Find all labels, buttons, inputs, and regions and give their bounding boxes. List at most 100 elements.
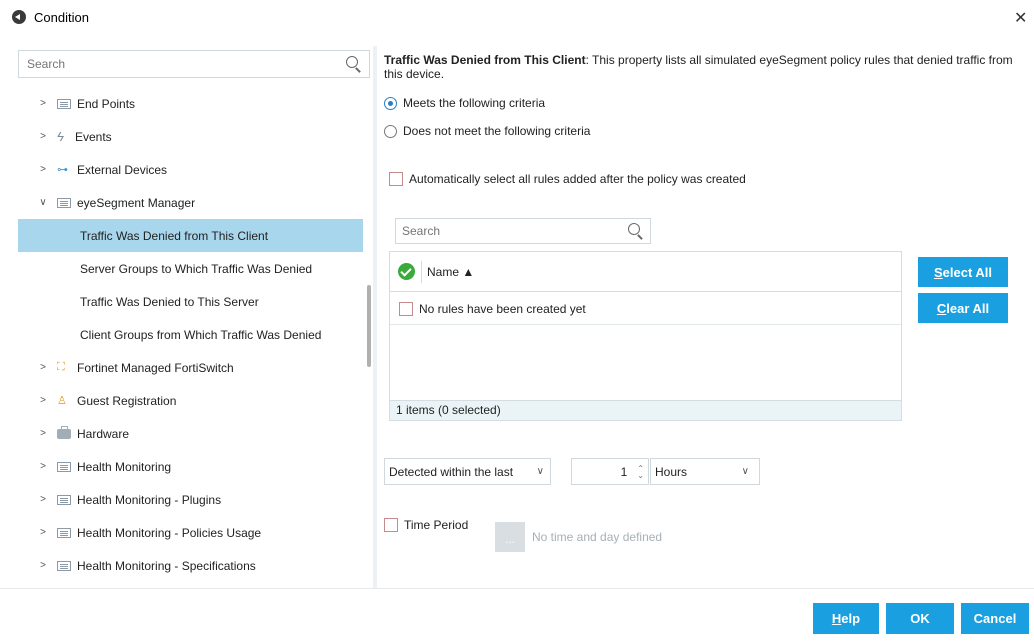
time-period-label: Time Period — [404, 518, 469, 532]
chevron-right-icon[interactable]: > — [37, 527, 49, 538]
column-separator — [421, 260, 422, 283]
table-row[interactable]: No rules have been created yet — [390, 293, 901, 325]
tree-item-label: Client Groups from Which Traffic Was Den… — [80, 327, 322, 342]
chevron-down-icon[interactable]: ∨ — [37, 197, 49, 208]
time-period-checkbox[interactable]: Time Period — [384, 518, 468, 532]
rules-search-input[interactable] — [396, 219, 616, 243]
chevron-right-icon[interactable]: > — [37, 164, 49, 175]
select-all-check-icon[interactable] — [398, 263, 415, 280]
tree-search-input[interactable] — [19, 51, 329, 77]
app-logo-icon — [12, 10, 26, 24]
tree-item-events[interactable]: > ϟ Events — [18, 120, 363, 153]
tree-item-health-monitoring-policies-usage[interactable]: > Health Monitoring - Policies Usage — [18, 516, 363, 549]
property-description: Traffic Was Denied from This Client: Thi… — [384, 53, 1024, 81]
clear-all-accesskey: C — [936, 300, 947, 316]
clear-all-label: lear All — [946, 300, 990, 316]
tree-item-label: Hardware — [77, 426, 130, 441]
auto-select-rules-checkbox[interactable]: Automatically select all rules added aft… — [389, 172, 746, 186]
usb-icon: ⊶ — [57, 164, 68, 176]
chevron-right-icon[interactable]: > — [37, 131, 49, 142]
list-icon — [57, 98, 71, 109]
checkbox-box[interactable] — [384, 518, 398, 532]
rules-table: Name ▲ No rules have been created yet 1 … — [389, 251, 902, 421]
title-bar: Condition ✕ — [0, 0, 1034, 34]
chevron-down-icon[interactable]: ∨ — [742, 466, 749, 477]
list-icon — [57, 560, 71, 571]
not-meets-criteria-radio[interactable]: Does not meet the following criteria — [384, 124, 590, 138]
chevron-right-icon[interactable]: > — [37, 560, 49, 571]
tree-item-label: Traffic Was Denied to This Server — [80, 294, 259, 309]
tree-item-health-monitoring-plugins[interactable]: > Health Monitoring - Plugins — [18, 483, 363, 516]
select-all-label: elect All — [942, 264, 993, 280]
tree-item-client-groups-denied[interactable]: Client Groups from Which Traffic Was Den… — [18, 318, 363, 351]
auto-select-rules-label: Automatically select all rules added aft… — [409, 172, 746, 186]
help-accesskey: H — [831, 611, 842, 626]
list-icon — [57, 494, 71, 505]
row-checkbox[interactable] — [399, 301, 413, 316]
tree-item-fortiswitch[interactable]: > ⛶ Fortinet Managed FortiSwitch — [18, 351, 363, 384]
stepper-arrows-icon[interactable]: ⌃ ⌄ — [637, 464, 644, 479]
tree-item-health-monitoring[interactable]: > Health Monitoring — [18, 450, 363, 483]
radio-selected-icon[interactable] — [384, 96, 397, 110]
ok-button[interactable]: OK — [886, 603, 954, 634]
tree-item-external-devices[interactable]: > ⊶ External Devices — [18, 153, 363, 186]
bolt-icon: ϟ — [57, 129, 64, 144]
no-time-defined-text: No time and day defined — [532, 530, 663, 544]
guest-icon: ♙ — [57, 395, 67, 407]
chevron-right-icon[interactable]: > — [37, 98, 49, 109]
hardware-icon — [57, 425, 71, 439]
tree-item-label: Events — [75, 129, 112, 144]
radio-unselected-icon[interactable] — [384, 124, 397, 138]
checkbox-box[interactable] — [389, 172, 403, 186]
time-unit-select[interactable]: Hours ∨ — [650, 458, 760, 485]
detected-mode-select[interactable]: Detected within the last ∨ — [384, 458, 551, 485]
cancel-button[interactable]: Cancel — [961, 603, 1029, 634]
search-icon[interactable] — [346, 56, 358, 68]
tree-item-hardware[interactable]: > Hardware — [18, 417, 363, 450]
help-button[interactable]: Help — [813, 603, 879, 634]
tree-scrollbar[interactable] — [367, 285, 371, 367]
clear-all-button[interactable]: Clear All — [918, 293, 1008, 323]
help-label: elp — [841, 611, 861, 626]
empty-rules-text: No rules have been created yet — [419, 301, 586, 316]
tree-item-label: Fortinet Managed FortiSwitch — [77, 360, 234, 375]
search-icon[interactable] — [628, 223, 640, 235]
meets-criteria-radio[interactable]: Meets the following criteria — [384, 96, 545, 110]
tree-item-eyesegment-manager[interactable]: ∨ eyeSegment Manager — [18, 186, 363, 219]
pane-divider[interactable] — [373, 46, 377, 588]
tree-item-label: Health Monitoring - Policies Usage — [77, 525, 262, 540]
tree-item-end-points[interactable]: > End Points — [18, 87, 363, 120]
tree-item-label: External Devices — [77, 162, 168, 177]
time-period-picker-button[interactable]: ... — [495, 522, 525, 552]
chevron-right-icon[interactable]: > — [37, 428, 49, 439]
meets-criteria-label: Meets the following criteria — [403, 96, 546, 110]
network-switch-icon: ⛶ — [57, 361, 65, 373]
window-title: Condition — [34, 10, 89, 25]
tree-item-label: Server Groups to Which Traffic Was Denie… — [80, 261, 313, 276]
chevron-right-icon[interactable]: > — [37, 362, 49, 373]
select-all-button[interactable]: Select All — [918, 257, 1008, 287]
tree-item-traffic-denied-from-client[interactable]: Traffic Was Denied from This Client — [18, 219, 363, 252]
list-icon — [57, 197, 71, 208]
column-header-name[interactable]: Name ▲ — [427, 265, 474, 279]
quantity-value[interactable]: 1 — [621, 465, 628, 479]
tree-item-health-monitoring-specifications[interactable]: > Health Monitoring - Specifications — [18, 549, 363, 582]
tree-item-server-groups-denied[interactable]: Server Groups to Which Traffic Was Denie… — [18, 252, 363, 285]
tree-item-label: Health Monitoring — [77, 459, 172, 474]
chevron-down-icon[interactable]: ∨ — [537, 466, 544, 477]
select-all-accesskey: S — [933, 264, 943, 280]
quantity-stepper[interactable]: 1 ⌃ ⌄ — [571, 458, 649, 485]
tree-item-label: Health Monitoring - Plugins — [77, 492, 222, 507]
chevron-right-icon[interactable]: > — [37, 395, 49, 406]
chevron-right-icon[interactable]: > — [37, 461, 49, 472]
tree-item-label: End Points — [77, 96, 136, 111]
tree-search-box — [18, 50, 370, 78]
rules-table-header: Name ▲ — [390, 252, 901, 292]
property-title: Traffic Was Denied from This Client — [384, 53, 586, 67]
chevron-right-icon[interactable]: > — [37, 494, 49, 505]
tree-item-label: Guest Registration — [77, 393, 177, 408]
tree-item-guest-registration[interactable]: > ♙ Guest Registration — [18, 384, 363, 417]
close-icon[interactable]: ✕ — [1014, 8, 1027, 28]
tree-item-traffic-denied-to-server[interactable]: Traffic Was Denied to This Server — [18, 285, 363, 318]
list-icon — [57, 461, 71, 472]
